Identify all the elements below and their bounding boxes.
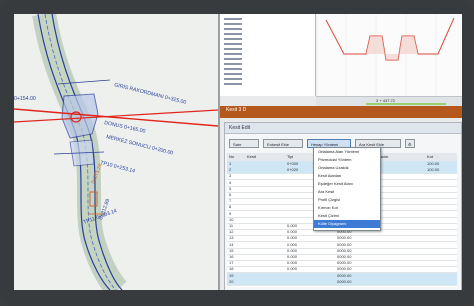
section-title-text: Kesit 3 D [226,107,247,113]
cell-type: 0.000 [287,223,298,228]
cell-no: 11 [229,223,234,228]
cell-no: 12 [229,229,234,235]
menu-item[interactable]: Prizmoidal Yöntem [314,156,380,164]
col-type: Tipi [287,154,294,159]
menu-item[interactable]: Kırmızı Kot [314,204,380,212]
device-frame: GIRIS RAKORDMANI 0+325.00 0+154.00 DONUS… [0,0,474,306]
section-edit-dialog: Kesit Edit Satır Enkesit Ekle Hesap Yönt… [224,122,462,290]
cell-no: 6 [229,192,232,197]
cad-plan-view[interactable]: GIRIS RAKORDMANI 0+325.00 0+154.00 DONUS… [14,14,218,290]
cad-label-4: TP10 0+253.14 [100,160,136,174]
cell-type: 0.000 [287,254,298,259]
cell-no: 15 [229,247,234,253]
menu-item[interactable]: Profil Çizgisi [314,196,380,204]
cad-label-2: DONUS 0+165.00 [104,120,146,135]
app-screen: GIRIS RAKORDMANI 0+325.00 0+154.00 DONUS… [14,14,462,290]
cell-no: 14 [229,241,234,247]
cell-elevation: 100.00 [427,167,440,173]
chart-progress-marks [366,103,446,105]
dialog-title: Kesit Edit [229,125,251,131]
cell-no: 20 [229,278,234,284]
cell-type: 0.000 [287,229,298,235]
cell-type: 0.000 [287,247,298,253]
cell-area: 0000.00 [337,254,352,259]
cell-no: 19 [229,272,234,278]
cell-no: 18 [229,266,234,272]
cell-no: 1 [229,161,232,166]
cell-no: 5 [229,185,232,191]
menu-item[interactable]: Kütle Diyagramı [314,220,380,228]
menu-item[interactable]: Ortalama Uzaklık [314,164,380,172]
cross-section-plot [315,14,455,96]
gear-icon[interactable]: ⚙ [405,139,415,148]
menu-item[interactable]: Ortalama Alan Yöntemi [314,148,380,156]
table-row[interactable]: 20 0000.00 [227,278,457,286]
row-button[interactable]: Satır [229,139,259,148]
cell-area: 0000.00 [337,266,352,272]
dialog-title-bar: Kesit Edit [225,123,461,134]
cell-no: 17 [229,260,234,266]
cell-no: 4 [229,179,232,185]
station-list-pane[interactable] [220,14,316,96]
menu-item[interactable]: Ara Kesit [314,188,380,196]
col-section: Kesit [247,154,256,159]
cell-area: 0000.00 [337,247,352,253]
cell-no: 13 [229,235,234,241]
section-title-bar: Kesit 3 D [220,106,462,118]
cell-no: 9 [229,210,232,216]
menu-item[interactable]: Kesit Alanları [314,172,380,180]
cell-type: 0.000 [287,241,298,247]
cell-no: 8 [229,204,232,210]
cell-area: 0000.00 [337,260,352,266]
cad-label-3: MERKEZ SONUCU 0+200.00 [106,134,174,156]
cell-no: 3 [229,173,232,179]
cell-area: 0000.00 [337,272,352,278]
cad-label-0: GIRIS RAKORDMANI 0+325.00 [114,82,187,106]
cell-no: 7 [229,198,232,204]
cross-section-chart[interactable] [315,14,462,96]
cell-no: 16 [229,254,234,259]
road-alignment-drawing: GIRIS RAKORDMANI 0+325.00 0+154.00 DONUS… [14,14,218,290]
cad-label-1: 0+154.00 [14,96,36,102]
cell-type: 0.000 [287,260,298,266]
menu-item[interactable]: Eşdeğer Kesit Alanı [314,180,380,188]
add-section-button[interactable]: Enkesit Ekle [263,139,303,148]
menu-item[interactable]: Kesit Çizimi [314,212,380,220]
col-elevation: Kot [427,154,434,159]
cell-type: 0.000 [287,235,298,241]
calc-method-menu[interactable]: Ortalama Alan Yöntemi Prizmoidal Yöntem Or… [313,147,381,231]
cell-no: 2 [229,167,232,173]
right-pane: 3 + 437.72 Kesit 3 D Kesit Edit Satır En… [220,14,462,290]
cell-no: 10 [229,216,234,222]
cell-area: 0000.00 [337,241,352,247]
cell-area: 0000.00 [337,278,352,284]
cell-type: 0+020 [287,167,299,173]
cell-type: 0+000 [287,161,299,166]
cell-type: 0.000 [287,266,298,272]
col-no: No [229,154,235,159]
cell-area: 0000.00 [337,235,352,241]
cell-elevation: 100.00 [427,161,440,166]
